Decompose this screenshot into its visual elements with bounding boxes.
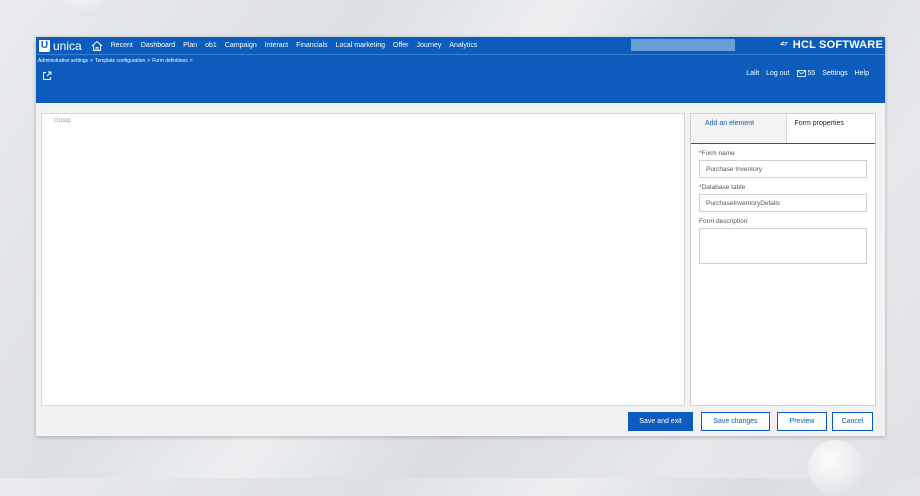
cancel-button[interactable]: Cancel bbox=[832, 412, 873, 431]
group-label: Group bbox=[54, 118, 71, 124]
form-description-label: Form description bbox=[699, 218, 748, 225]
help-link[interactable]: Help bbox=[855, 70, 869, 77]
background-decoration bbox=[808, 440, 864, 496]
nav-item-ob1[interactable]: ob1 bbox=[205, 42, 217, 49]
user-links: Lalit Log out 55 Settings Help bbox=[739, 70, 869, 77]
breadcrumb: Administrative settings > Template config… bbox=[38, 58, 193, 64]
form-canvas[interactable]: Group bbox=[41, 113, 685, 406]
nav-item-offer[interactable]: Offer bbox=[393, 42, 408, 49]
nav-item-plan[interactable]: Plan bbox=[183, 42, 197, 49]
preview-button[interactable]: Preview bbox=[777, 412, 827, 431]
form-name-input[interactable]: Purchase Inventory bbox=[699, 160, 867, 178]
breadcrumb-item[interactable]: Form definitions bbox=[152, 58, 188, 64]
hcl-logo-text: HCL SOFTWARE bbox=[792, 39, 883, 51]
database-table-input[interactable]: PurchaseInventoryDetails bbox=[699, 194, 867, 212]
save-changes-button[interactable]: Save changes bbox=[701, 412, 770, 431]
breadcrumb-item[interactable]: Template configuration bbox=[95, 58, 145, 64]
export-icon[interactable] bbox=[42, 68, 52, 80]
form-description-textarea[interactable] bbox=[699, 228, 867, 264]
database-table-field: *Database table PurchaseInventoryDetails bbox=[699, 184, 867, 212]
brand-name: unica bbox=[53, 38, 82, 53]
hcl-logo-mark: ⁴⁷ bbox=[779, 39, 788, 51]
logout-link[interactable]: Log out bbox=[766, 70, 789, 77]
page-header: Administrative settings > Template config… bbox=[36, 55, 885, 103]
unica-logo: U bbox=[39, 39, 50, 52]
home-icon[interactable] bbox=[91, 40, 103, 52]
main-menu: Recent Dashboard Plan ob1 Campaign Inter… bbox=[111, 42, 486, 49]
nav-item-campaign[interactable]: Campaign bbox=[225, 42, 257, 49]
user-name[interactable]: Lalit bbox=[746, 70, 759, 77]
panel-tabs: Add an element Form properties bbox=[691, 114, 875, 144]
save-and-exit-button[interactable]: Save and exit bbox=[628, 412, 693, 431]
top-navigation-bar: U unica Recent Dashboard Plan ob1 Campai… bbox=[36, 37, 885, 55]
nav-item-financials[interactable]: Financials bbox=[296, 42, 328, 49]
database-table-label: *Database table bbox=[699, 184, 746, 191]
nav-item-interact[interactable]: Interact bbox=[265, 42, 288, 49]
form-name-field: *Form name Purchase Inventory bbox=[699, 150, 867, 178]
tab-add-element[interactable]: Add an element bbox=[691, 114, 787, 143]
properties-panel: Add an element Form properties *Form nam… bbox=[690, 113, 876, 406]
nav-item-recent[interactable]: Recent bbox=[111, 42, 133, 49]
hcl-software-logo: ⁴⁷ HCL SOFTWARE bbox=[780, 39, 883, 51]
nav-item-dashboard[interactable]: Dashboard bbox=[141, 42, 175, 49]
tab-form-properties[interactable]: Form properties bbox=[786, 114, 875, 143]
nav-item-journey[interactable]: Journey bbox=[416, 42, 441, 49]
breadcrumb-item[interactable]: Administrative settings bbox=[38, 58, 88, 64]
search-input[interactable] bbox=[631, 39, 735, 51]
messages-count: 55 bbox=[807, 70, 816, 77]
messages-link[interactable]: 55 bbox=[796, 70, 816, 77]
app-window: U unica Recent Dashboard Plan ob1 Campai… bbox=[36, 37, 885, 436]
brand[interactable]: U unica bbox=[36, 37, 82, 54]
action-bar: Save and exit Save changes Preview Cance… bbox=[36, 407, 885, 436]
form-name-label: *Form name bbox=[699, 150, 735, 157]
settings-link[interactable]: Settings bbox=[822, 70, 847, 77]
nav-item-local-marketing[interactable]: Local marketing bbox=[336, 42, 385, 49]
mail-icon bbox=[796, 70, 806, 77]
background-decoration bbox=[58, 0, 114, 16]
nav-item-analytics[interactable]: Analytics bbox=[449, 42, 477, 49]
form-description-field: Form description bbox=[699, 218, 867, 264]
